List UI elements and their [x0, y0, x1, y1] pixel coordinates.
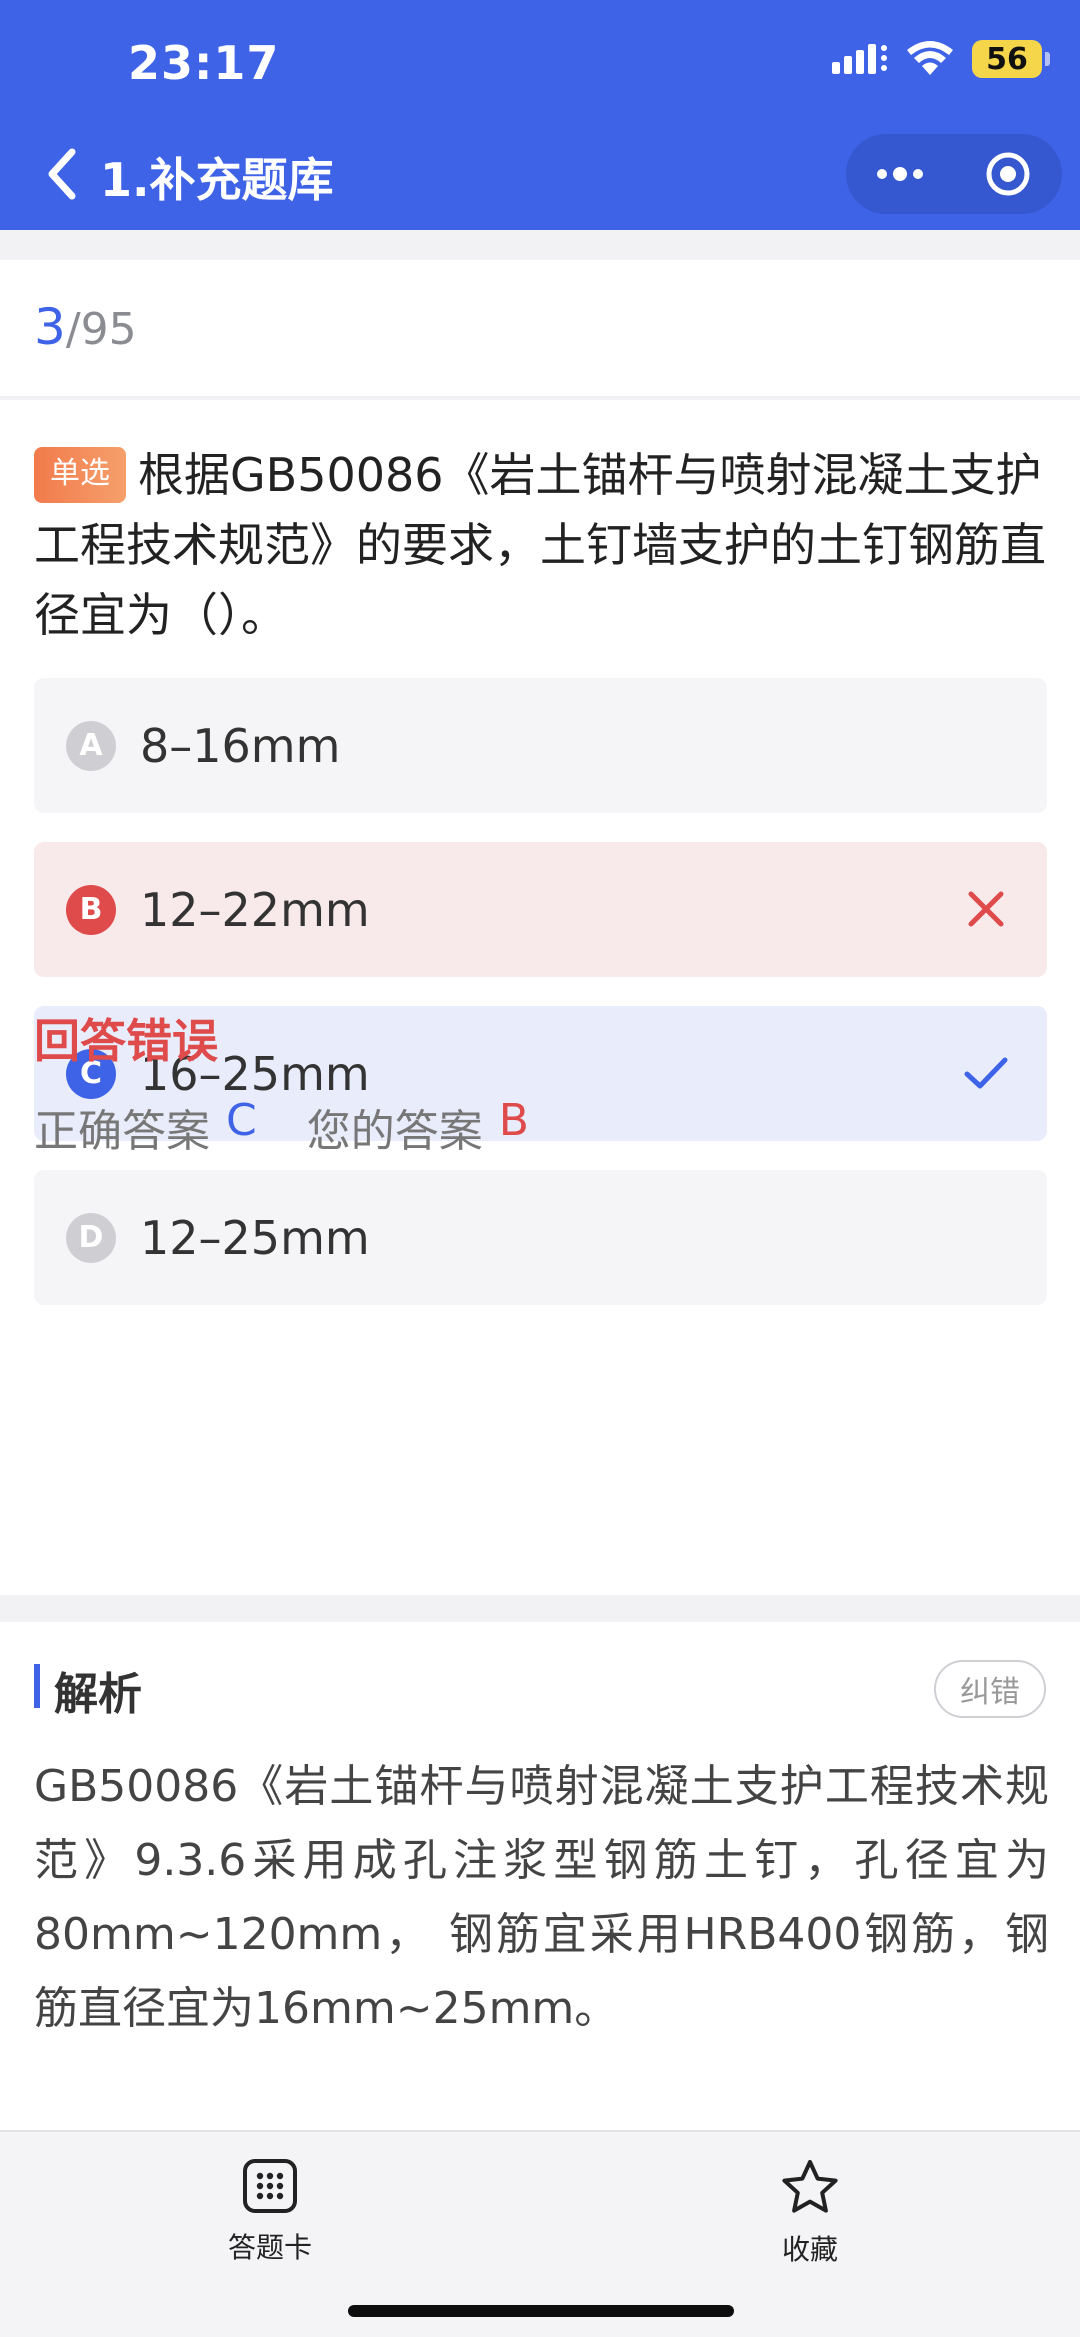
total-questions: /95 [65, 304, 137, 355]
target-icon [986, 152, 1030, 196]
favorite-label: 收藏 [781, 2233, 838, 2266]
option-letter: D [66, 1212, 116, 1263]
question-text-block: 单选 根据GB50086《岩土锚杆与喷射混凝土支护工程技术规范》的要求，土钉墙支护… [34, 440, 1049, 650]
question-type-badge: 单选 [34, 447, 126, 503]
question-stem: 根据GB50086《岩土锚杆与喷射混凝土支护工程技术规范》的要求，土钉墙支护的土… [34, 448, 1046, 642]
favorite-tab[interactable]: 收藏 [730, 2158, 890, 2268]
option-d[interactable]: D 12–25mm [34, 1170, 1047, 1305]
question-card: 单选 根据GB50086《岩土锚杆与喷射混凝土支护工程技术规范》的要求，土钉墙支护… [0, 400, 1080, 1595]
result-title: 回答错误 [34, 1014, 218, 1068]
your-answer-value: B [498, 1095, 529, 1146]
section-accent-bar [34, 1664, 40, 1708]
report-error-button[interactable]: 纠错 [934, 1660, 1046, 1718]
option-letter: A [66, 720, 116, 771]
checkmark-icon [964, 1057, 1008, 1089]
answer-summary: 正确答案 C 您的答案 B [34, 1095, 529, 1159]
page-title: 1.补充题库 [100, 153, 334, 207]
more-dots-icon [877, 167, 923, 181]
more-button[interactable] [846, 134, 954, 214]
wifi-icon [907, 41, 953, 75]
answer-card-label: 答题卡 [227, 2231, 312, 2264]
star-icon [782, 2160, 838, 2213]
battery-indicator: 56 [972, 40, 1050, 78]
home-indicator [348, 2305, 734, 2317]
option-text: 12–25mm [140, 1210, 370, 1265]
option-letter: B [66, 884, 116, 935]
grid-icon [243, 2159, 297, 2213]
back-icon[interactable] [42, 144, 82, 204]
close-miniprogram-button[interactable] [954, 134, 1062, 214]
status-time: 23:17 [128, 36, 280, 90]
option-b[interactable]: B 12–22mm [34, 842, 1047, 977]
option-a[interactable]: A 8–16mm [34, 678, 1047, 813]
answer-card-tab[interactable]: 答题卡 [190, 2158, 350, 2266]
option-text: 12–22mm [140, 882, 370, 937]
correct-answer-label: 正确答案 [34, 1106, 210, 1157]
analysis-title: 解析 [54, 1669, 142, 1720]
question-progress: 3/95 [34, 298, 137, 356]
app-header: 23:17 56 1.补充题库 [0, 0, 1080, 230]
option-text: 8–16mm [140, 718, 341, 773]
correct-answer-value: C [226, 1095, 257, 1146]
wrong-x-icon [968, 891, 1004, 927]
status-icons: 56 [832, 40, 1050, 78]
your-answer-label: 您的答案 [306, 1106, 483, 1157]
signal-icon [832, 44, 887, 74]
analysis-card: 解析 纠错 GB50086《岩土锚杆与喷射混凝土支护工程技术规范》9.3.6采用… [0, 1622, 1080, 2130]
current-question-number: 3 [34, 298, 66, 356]
mini-program-capsule [846, 134, 1062, 214]
analysis-text: GB50086《岩土锚杆与喷射混凝土支护工程技术规范》9.3.6采用成孔注浆型钢… [34, 1761, 1049, 2034]
progress-card: 3/95 [0, 260, 1080, 398]
